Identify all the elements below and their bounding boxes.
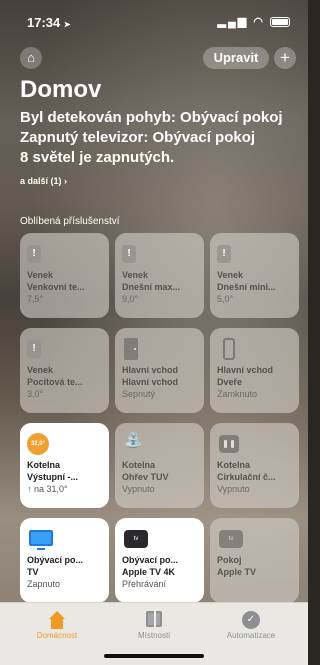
tile-name: Dveře <box>217 377 243 387</box>
tile-state: Zamknuto <box>217 389 258 399</box>
automation-icon: ✓ <box>242 611 260 629</box>
tab-rooms[interactable]: Místnosti <box>109 611 199 640</box>
status-summary[interactable]: Byl detekován pohyb: Obývací pokoj Zapnu… <box>20 108 305 168</box>
accessory-tile[interactable]: Hlavní vchod Dveře Zamknuto <box>210 328 299 413</box>
accessory-tile[interactable]: ! Venek Dnešní mini... 5,0° <box>210 233 299 318</box>
accessory-tile[interactable]: Hlavní vchod Hlavní vchod Sepnutý <box>115 328 204 413</box>
tile-room: Kotelna <box>122 460 156 470</box>
location-icon: ➤ <box>63 20 71 29</box>
accessory-tile[interactable]: Kotelna Cirkulační č... Vypnuto <box>210 423 299 508</box>
edit-button[interactable]: Upravit <box>203 47 269 69</box>
signal-icon: ▂▄▆ <box>217 16 249 28</box>
tile-name: Dnešní max... <box>122 282 181 292</box>
tile-room: Obývací po... <box>122 555 179 565</box>
tile-name: Hlavní vchod <box>122 377 179 387</box>
accessory-tile[interactable]: ! Venek Venkovní te... 7,5° <box>20 233 109 318</box>
tile-name: Apple TV <box>217 567 257 577</box>
status-icons: ▂▄▆ ◠ <box>218 15 290 28</box>
door-icon <box>124 338 138 360</box>
tv-icon <box>29 530 53 550</box>
home-screen: 17:34 ➤ ▂▄▆ ◠ ⌂ Upravit + Domov Byl dete… <box>0 0 308 665</box>
clock-text: 17:34 <box>27 15 61 30</box>
status-line: 8 světel je zapnutých. <box>20 149 175 166</box>
tile-state: 5,0° <box>217 294 234 304</box>
tile-room: Venek <box>27 365 54 375</box>
tile-state: 7,5° <box>27 294 44 304</box>
house-icon <box>48 611 66 629</box>
accessory-tile[interactable]: ⛲ Kotelna Ohřev TUV Vypnuto <box>115 423 204 508</box>
home-settings-button[interactable]: ⌂ <box>20 47 42 69</box>
house-icon: ⌂ <box>27 50 35 65</box>
sensor-icon: ! <box>27 340 41 358</box>
home-indicator[interactable] <box>104 654 204 658</box>
status-line: Zapnutý televizor: Obývací pokoj <box>20 129 256 146</box>
tile-room: Venek <box>122 270 149 280</box>
tile-state: 9,0° <box>122 294 139 304</box>
status-time: 17:34 ➤ <box>27 15 71 30</box>
tile-name: Výstupní -... <box>27 472 79 482</box>
sensor-icon: ! <box>217 245 231 263</box>
tile-name: Cirkulační č... <box>217 472 276 482</box>
tab-label: Domácnost <box>36 631 78 640</box>
tap-icon: ⛲ <box>124 432 143 449</box>
status-bar: 17:34 ➤ ▂▄▆ ◠ <box>0 0 308 40</box>
tile-state: 3,0° <box>27 389 44 399</box>
thermostat-icon: 32,0° <box>27 433 49 455</box>
accessory-tile[interactable]: Obývací po... TV Zapnuto <box>20 518 109 603</box>
outlet-icon <box>219 435 239 453</box>
tile-name: Ohřev TUV <box>122 472 169 482</box>
accessory-tile[interactable]: ! Venek Pocitová te... 3,0° <box>20 328 109 413</box>
tile-room: Venek <box>217 270 244 280</box>
more-link[interactable]: a další (1) › <box>20 176 67 186</box>
tile-room: Hlavní vchod <box>122 365 179 375</box>
tile-state: Přehrávání <box>122 579 167 589</box>
tab-label: Automatizace <box>226 631 276 640</box>
status-line: Byl detekován pohyb: Obývací pokoj <box>20 109 283 126</box>
accessory-tile[interactable]: tv Pokoj Apple TV <box>210 518 299 603</box>
tab-label: Místnosti <box>137 631 170 640</box>
apple-tv-icon: tv <box>219 530 243 548</box>
tile-state: Zapnuto <box>27 579 61 589</box>
favorites-section-label: Oblíbená příslušenství <box>20 216 120 227</box>
tab-automation[interactable]: ✓ Automatizace <box>206 611 296 640</box>
wifi-icon: ◠ <box>253 16 265 28</box>
rooms-icon <box>146 611 162 627</box>
tile-name: Pocitová te... <box>27 377 83 387</box>
sensor-icon: ! <box>27 245 41 263</box>
add-button[interactable]: + <box>274 47 296 69</box>
tile-state: Sepnutý <box>122 389 156 399</box>
tile-room: Obývací po... <box>27 555 84 565</box>
tile-room: Pokoj <box>217 555 242 565</box>
tile-room: Venek <box>27 270 54 280</box>
tab-home[interactable]: Domácnost <box>12 611 102 640</box>
tile-name: Dnešní mini... <box>217 282 276 292</box>
tile-name: TV <box>27 567 39 577</box>
tile-room: Kotelna <box>217 460 251 470</box>
tile-room: Hlavní vchod <box>217 365 274 375</box>
tile-state: Vypnuto <box>217 484 250 494</box>
page-title: Domov <box>20 76 102 103</box>
apple-tv-icon: tv <box>124 530 148 548</box>
tile-state: Vypnuto <box>122 484 155 494</box>
tile-room: Kotelna <box>27 460 61 470</box>
tile-name: Venkovní te... <box>27 282 85 292</box>
battery-icon <box>270 17 290 28</box>
accessory-tile[interactable]: tv Obývací po... Apple TV 4K Přehrávání <box>115 518 204 603</box>
sensor-icon: ! <box>122 245 136 263</box>
accessory-tile[interactable]: ! Venek Dnešní max... 9,0° <box>115 233 204 318</box>
accessory-tile[interactable]: 32,0° Kotelna Výstupní -... ↑ na 31,0° <box>20 423 109 508</box>
tile-state: ↑ na 31,0° <box>27 484 68 494</box>
lock-icon <box>223 338 235 360</box>
tile-name: Apple TV 4K <box>122 567 176 577</box>
